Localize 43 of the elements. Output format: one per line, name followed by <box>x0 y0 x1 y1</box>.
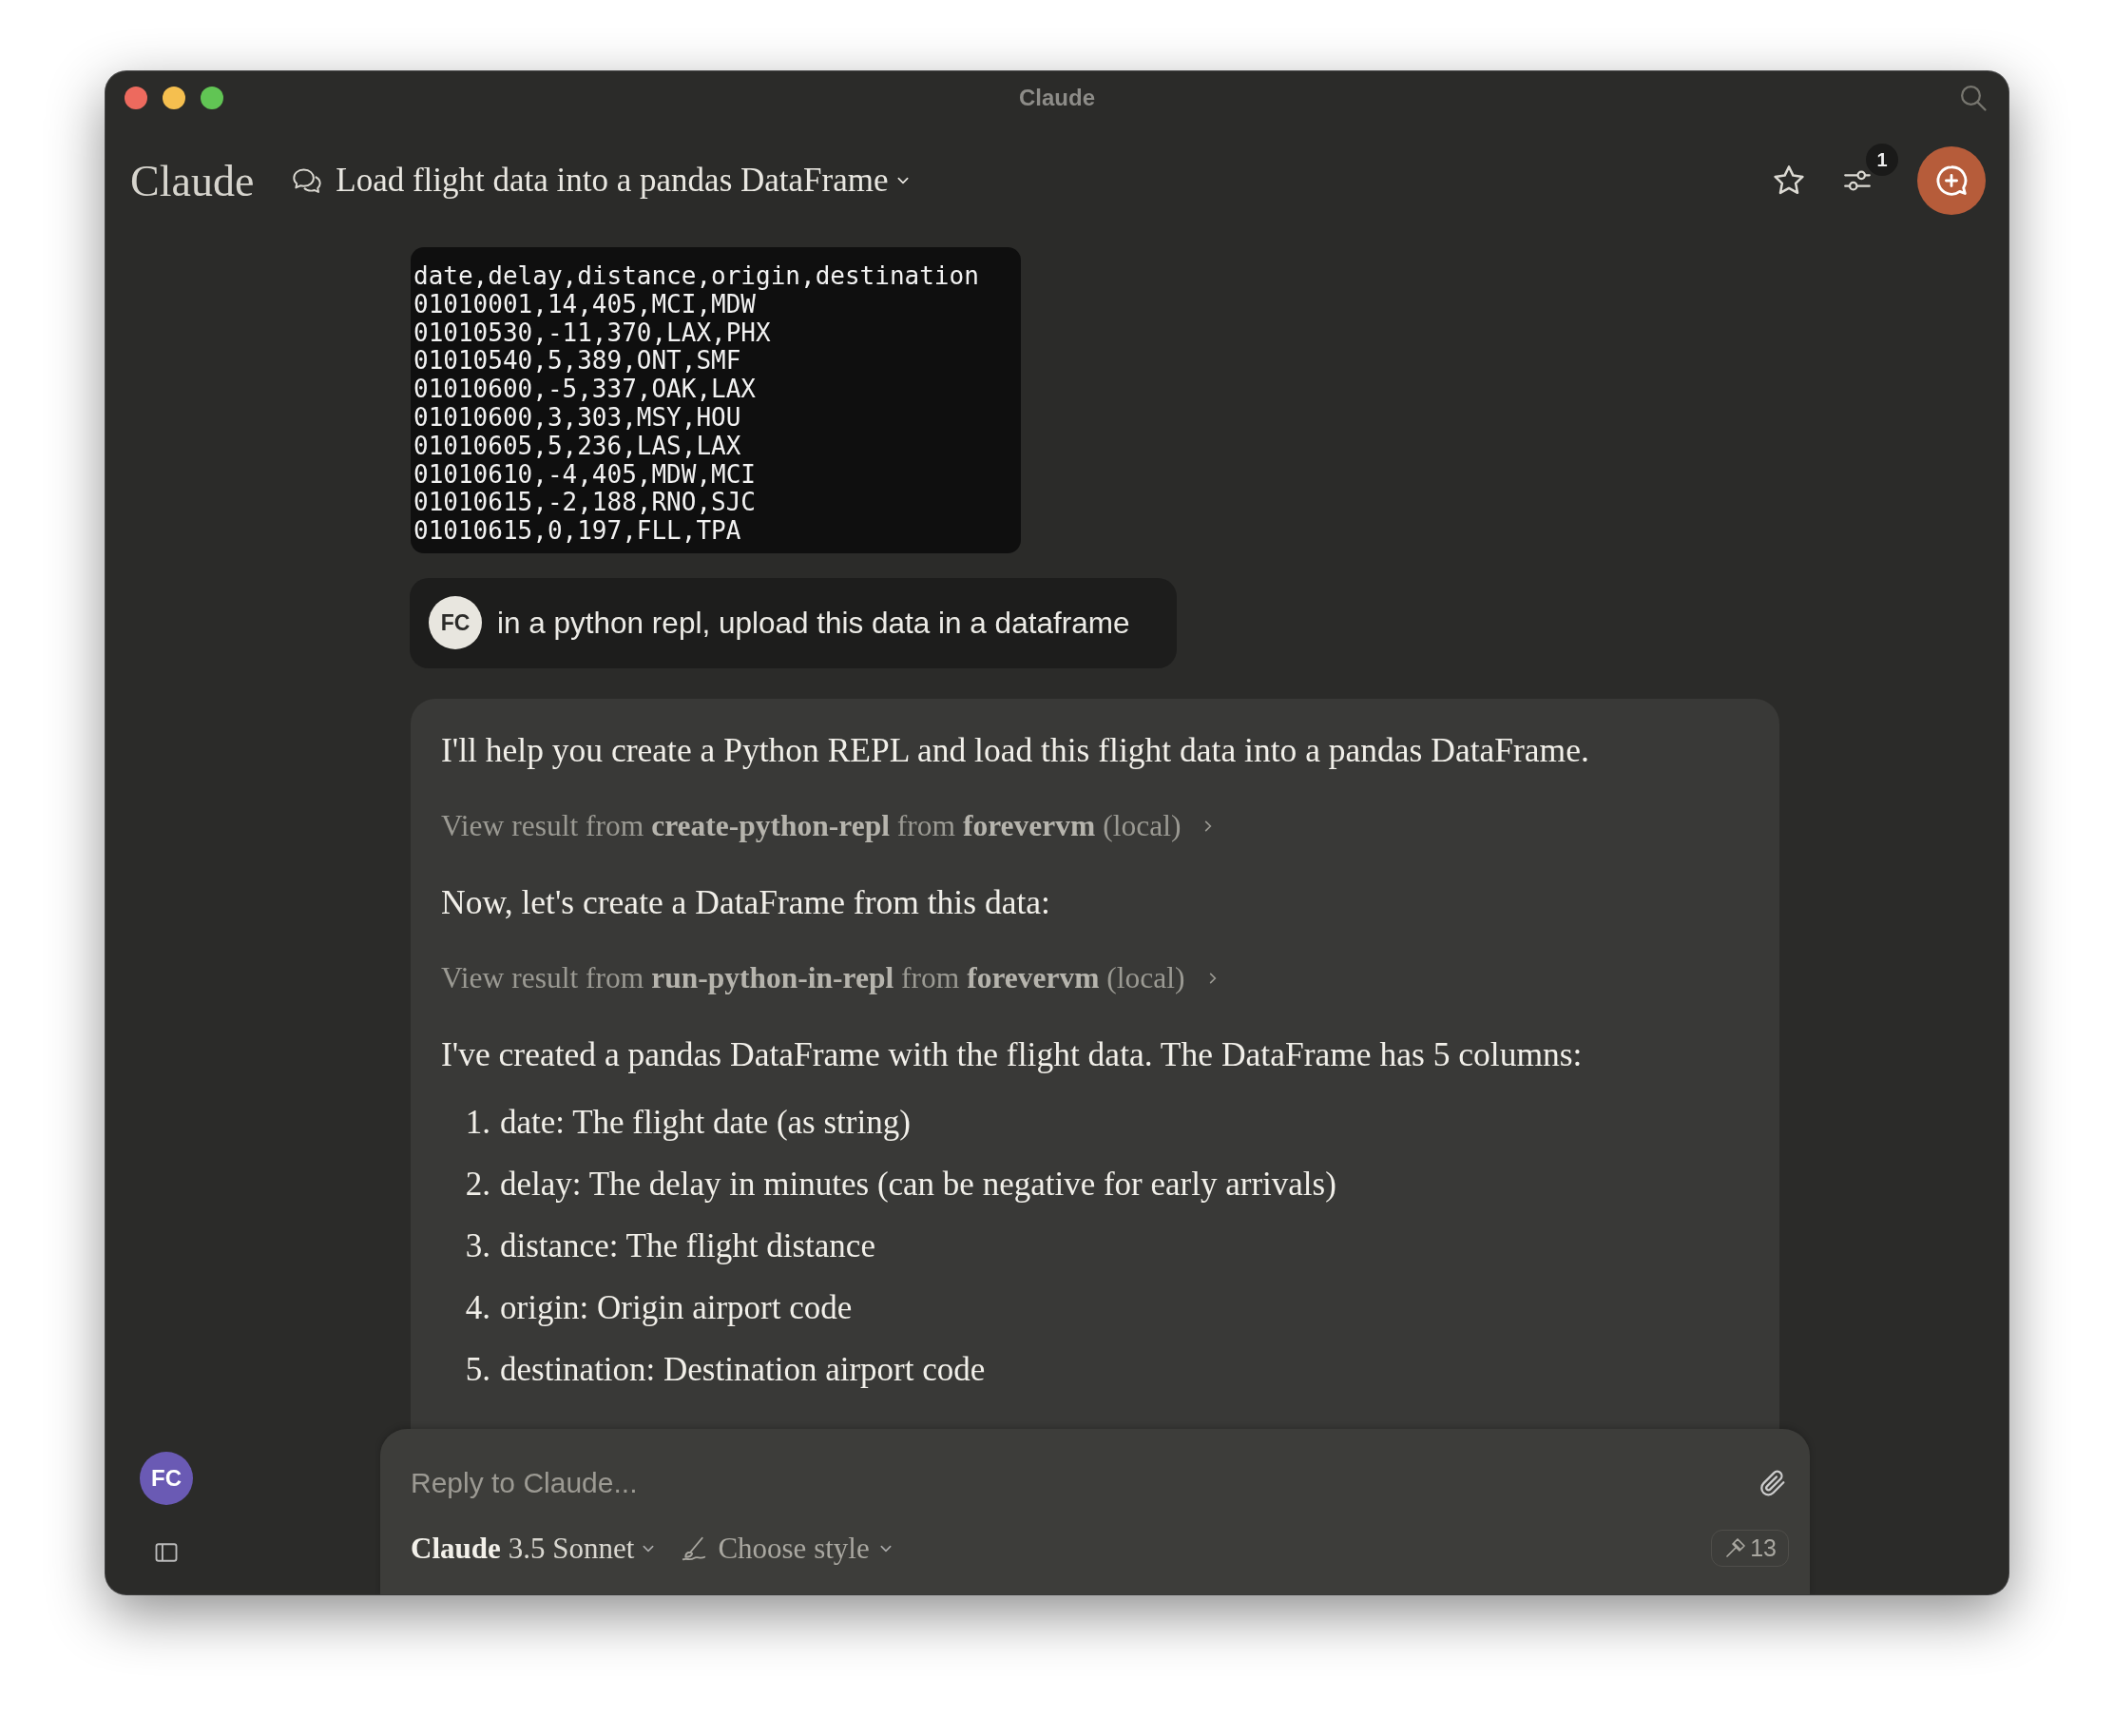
list-item-text: delay: The delay in minutes (can be negative for early arrivals) <box>500 1164 1336 1205</box>
code-line: 01010540,5,389,ONT,SMF <box>413 347 741 376</box>
model-selector[interactable]: Claude 3.5 Sonnet <box>411 1531 656 1566</box>
reply-input[interactable]: Reply to Claude... <box>411 1463 1757 1503</box>
chat-bubbles-icon <box>292 166 323 195</box>
app-logo: Claude <box>130 155 255 206</box>
code-line: 01010615,-2,188,RNO,SJC <box>413 489 757 518</box>
list-item-text: date: The flight date (as string) <box>500 1102 911 1143</box>
close-button[interactable] <box>125 87 147 109</box>
chat-plus-icon <box>1933 163 1970 199</box>
list-item-text: origin: Origin airport code <box>500 1287 853 1328</box>
user-avatar[interactable]: FC <box>140 1452 193 1505</box>
message-text: in a python repl, upload this data in a dataframe <box>497 605 1130 641</box>
hammer-icon <box>1723 1536 1747 1560</box>
tool-result-link[interactable]: View result from run-python-in-repl from forevervm (local) <box>441 960 1220 995</box>
chat-title-menu[interactable]: Load flight data into a pandas DataFrame <box>292 162 910 200</box>
window-title: Claude <box>1018 85 1096 111</box>
list-number: 4. <box>464 1287 490 1328</box>
list-item-text: destination: Destination airport code <box>500 1349 986 1390</box>
user-avatar: FC <box>429 596 482 650</box>
code-line: 01010615,0,197,FLL,TPA <box>413 517 741 546</box>
minimize-button[interactable] <box>163 87 185 109</box>
code-line: 01010600,-5,337,OAK,LAX <box>413 376 757 404</box>
tools-button[interactable]: 13 <box>1711 1530 1789 1567</box>
tool-result-link[interactable]: View result from create-python-repl from forevervm (local) <box>441 808 1216 843</box>
search-icon[interactable] <box>1959 84 1988 112</box>
list-number: 5. <box>464 1349 490 1390</box>
message-paragraph: Now, let's create a DataFrame from this data: <box>441 881 1051 923</box>
code-line: 01010605,5,236,LAS,LAX <box>413 432 741 461</box>
list-number: 1. <box>464 1102 490 1143</box>
code-line: date,delay,distance,origin,destination <box>413 262 979 291</box>
zoom-button[interactable] <box>201 87 223 109</box>
message-paragraph: I've created a pandas DataFrame with the flight data. The DataFrame has 5 columns: <box>441 1033 1584 1075</box>
code-line: 01010600,3,303,MSY,HOU <box>413 404 741 433</box>
code-line: 01010530,-11,370,LAX,PHX <box>413 318 771 348</box>
message-paragraph: I'll help you create a Python REPL and load this flight data into a pandas DataFrame. <box>441 729 1590 771</box>
code-line: 01010610,-4,405,MDW,MCI <box>413 460 757 490</box>
list-item-text: distance: The flight distance <box>500 1225 875 1266</box>
list-number: 2. <box>464 1164 490 1205</box>
code-line: 01010001,14,405,MCI,MDW <box>413 290 757 319</box>
list-number: 3. <box>464 1225 490 1266</box>
style-selector[interactable]: Choose style <box>680 1531 893 1566</box>
notification-badge: 1 <box>1866 144 1898 176</box>
